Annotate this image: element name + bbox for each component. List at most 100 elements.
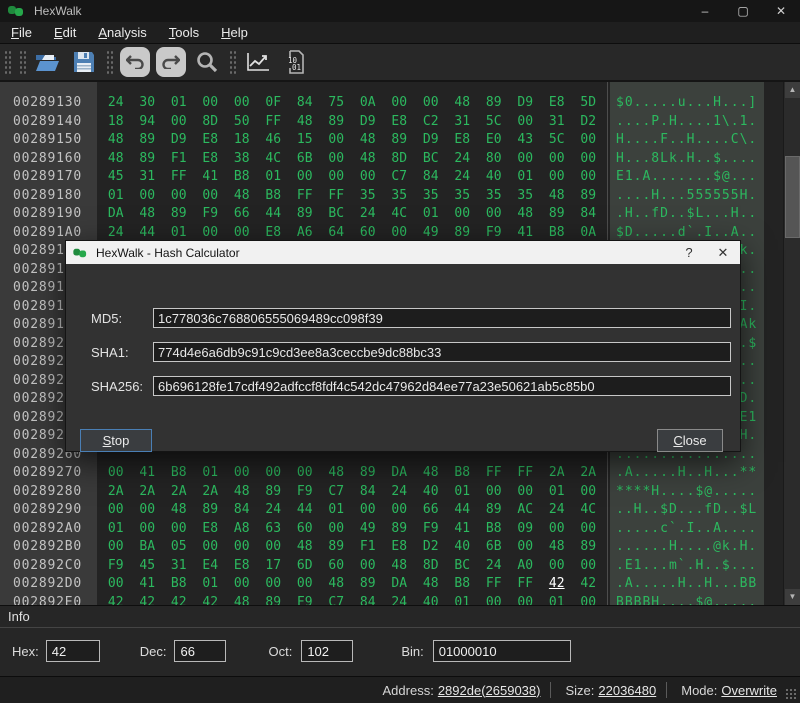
hex-byte[interactable]: 2A <box>573 464 605 483</box>
sha1-value-field[interactable] <box>153 342 731 362</box>
hex-byte[interactable]: 01 <box>100 520 132 539</box>
hex-byte[interactable]: 24 <box>478 557 510 576</box>
hex-byte[interactable]: 00 <box>447 205 479 224</box>
hex-byte[interactable]: E0 <box>478 131 510 150</box>
hex-byte[interactable]: 4C <box>573 501 605 520</box>
resize-grip-icon[interactable] <box>785 688 797 700</box>
hex-byte[interactable]: F9 <box>289 483 321 502</box>
undo-button[interactable] <box>120 47 150 77</box>
hex-byte[interactable]: 00 <box>415 94 447 113</box>
hex-byte[interactable]: 89 <box>573 538 605 557</box>
hex-byte[interactable]: 48 <box>415 575 447 594</box>
hex-byte[interactable]: 24 <box>384 483 416 502</box>
hex-byte[interactable]: 2A <box>163 483 195 502</box>
hex-byte[interactable]: 31 <box>447 113 479 132</box>
ascii-text[interactable]: ****H....$@..... <box>610 483 764 502</box>
hex-byte[interactable]: 35 <box>447 187 479 206</box>
hex-byte[interactable]: 2A <box>195 483 227 502</box>
hex-byte[interactable]: 63 <box>258 520 290 539</box>
hex-byte[interactable]: D2 <box>415 538 447 557</box>
hex-byte[interactable]: B8 <box>163 575 195 594</box>
hex-byte[interactable]: 00 <box>478 483 510 502</box>
hex-byte[interactable]: 40 <box>415 594 447 606</box>
hex-byte[interactable]: 00 <box>321 168 353 187</box>
hex-byte[interactable]: 44 <box>447 501 479 520</box>
hex-byte[interactable]: F1 <box>352 538 384 557</box>
ascii-text[interactable]: $0.....u...H...] <box>610 94 764 113</box>
hex-byte[interactable]: 50 <box>226 113 258 132</box>
hex-byte[interactable]: D9 <box>163 131 195 150</box>
hex-byte[interactable]: 46 <box>258 131 290 150</box>
hex-byte[interactable]: FF <box>289 187 321 206</box>
hex-byte[interactable]: 01 <box>541 594 573 606</box>
hex-byte[interactable]: 40 <box>447 538 479 557</box>
hex-byte[interactable]: 8D <box>415 557 447 576</box>
hex-byte[interactable]: C7 <box>384 168 416 187</box>
hex-byte[interactable]: E8 <box>384 113 416 132</box>
hex-byte[interactable]: 00 <box>573 150 605 169</box>
ascii-text[interactable]: ......H....@k.H. <box>610 538 764 557</box>
hex-byte[interactable]: 66 <box>226 205 258 224</box>
hex-byte[interactable]: 31 <box>163 557 195 576</box>
hex-byte[interactable]: 48 <box>226 594 258 606</box>
hex-byte[interactable]: 00 <box>478 205 510 224</box>
hex-byte[interactable]: 42 <box>132 594 164 606</box>
hex-byte[interactable]: 44 <box>258 205 290 224</box>
hex-byte[interactable]: 18 <box>226 131 258 150</box>
hex-byte[interactable]: E8 <box>541 94 573 113</box>
hex-byte[interactable]: 24 <box>447 150 479 169</box>
hex-byte[interactable]: C7 <box>321 594 353 606</box>
hex-byte[interactable]: 60 <box>289 520 321 539</box>
hex-byte[interactable]: 00 <box>289 575 321 594</box>
hex-byte[interactable]: 75 <box>321 94 353 113</box>
hex-byte[interactable]: 17 <box>258 557 290 576</box>
hex-byte[interactable]: 00 <box>289 464 321 483</box>
hex-byte[interactable]: 40 <box>415 483 447 502</box>
hex-byte[interactable]: 60 <box>321 557 353 576</box>
hex-byte[interactable]: AC <box>510 501 542 520</box>
hex-byte[interactable]: 00 <box>478 594 510 606</box>
menu-analysis[interactable]: Analysis <box>87 23 157 42</box>
hex-byte[interactable]: 00 <box>573 483 605 502</box>
hex-byte[interactable]: 00 <box>321 131 353 150</box>
hex-byte[interactable]: 42 <box>163 594 195 606</box>
hex-byte[interactable]: 89 <box>289 205 321 224</box>
hex-byte[interactable]: DA <box>100 205 132 224</box>
hex-byte[interactable]: 0F <box>258 94 290 113</box>
hex-byte[interactable]: C7 <box>321 483 353 502</box>
hex-byte[interactable]: 00 <box>195 187 227 206</box>
hex-byte[interactable]: 00 <box>384 501 416 520</box>
hex-byte[interactable]: 84 <box>352 483 384 502</box>
hex-byte[interactable]: 89 <box>321 538 353 557</box>
hex-byte[interactable]: 38 <box>226 150 258 169</box>
hex-byte[interactable]: 4C <box>384 205 416 224</box>
save-file-button[interactable] <box>69 47 99 77</box>
hex-byte[interactable]: F9 <box>415 520 447 539</box>
hex-byte[interactable]: 01 <box>100 187 132 206</box>
ascii-text[interactable]: BBBBH....$@..... <box>610 594 764 606</box>
hex-byte[interactable]: 24 <box>258 501 290 520</box>
hex-byte[interactable]: 00 <box>510 113 542 132</box>
hex-byte[interactable]: 00 <box>510 594 542 606</box>
hex-byte[interactable]: 40 <box>478 168 510 187</box>
hex-value-field[interactable] <box>46 640 100 662</box>
hex-byte[interactable]: 00 <box>541 520 573 539</box>
hex-byte[interactable]: 48 <box>352 131 384 150</box>
hex-byte[interactable]: 00 <box>510 538 542 557</box>
hex-byte[interactable]: 30 <box>132 94 164 113</box>
ascii-text[interactable]: .A.....H..H...BB <box>610 575 764 594</box>
hex-byte[interactable]: 00 <box>100 575 132 594</box>
dialog-close-button[interactable]: ✕ <box>706 241 740 264</box>
hex-byte[interactable]: 01 <box>195 575 227 594</box>
ascii-text[interactable]: ....P.H....1\.1. <box>610 113 764 132</box>
hex-byte[interactable]: 43 <box>510 131 542 150</box>
hex-byte[interactable]: 24 <box>541 501 573 520</box>
hex-byte[interactable]: 41 <box>447 520 479 539</box>
hex-byte[interactable]: BC <box>415 150 447 169</box>
scroll-up-button[interactable]: ▲ <box>785 82 800 98</box>
toolbar-grip-icon[interactable] <box>4 49 11 75</box>
oct-value-field[interactable] <box>301 640 353 662</box>
hex-byte[interactable]: 89 <box>541 205 573 224</box>
hex-byte[interactable]: 00 <box>195 538 227 557</box>
hex-byte[interactable]: 01 <box>415 205 447 224</box>
